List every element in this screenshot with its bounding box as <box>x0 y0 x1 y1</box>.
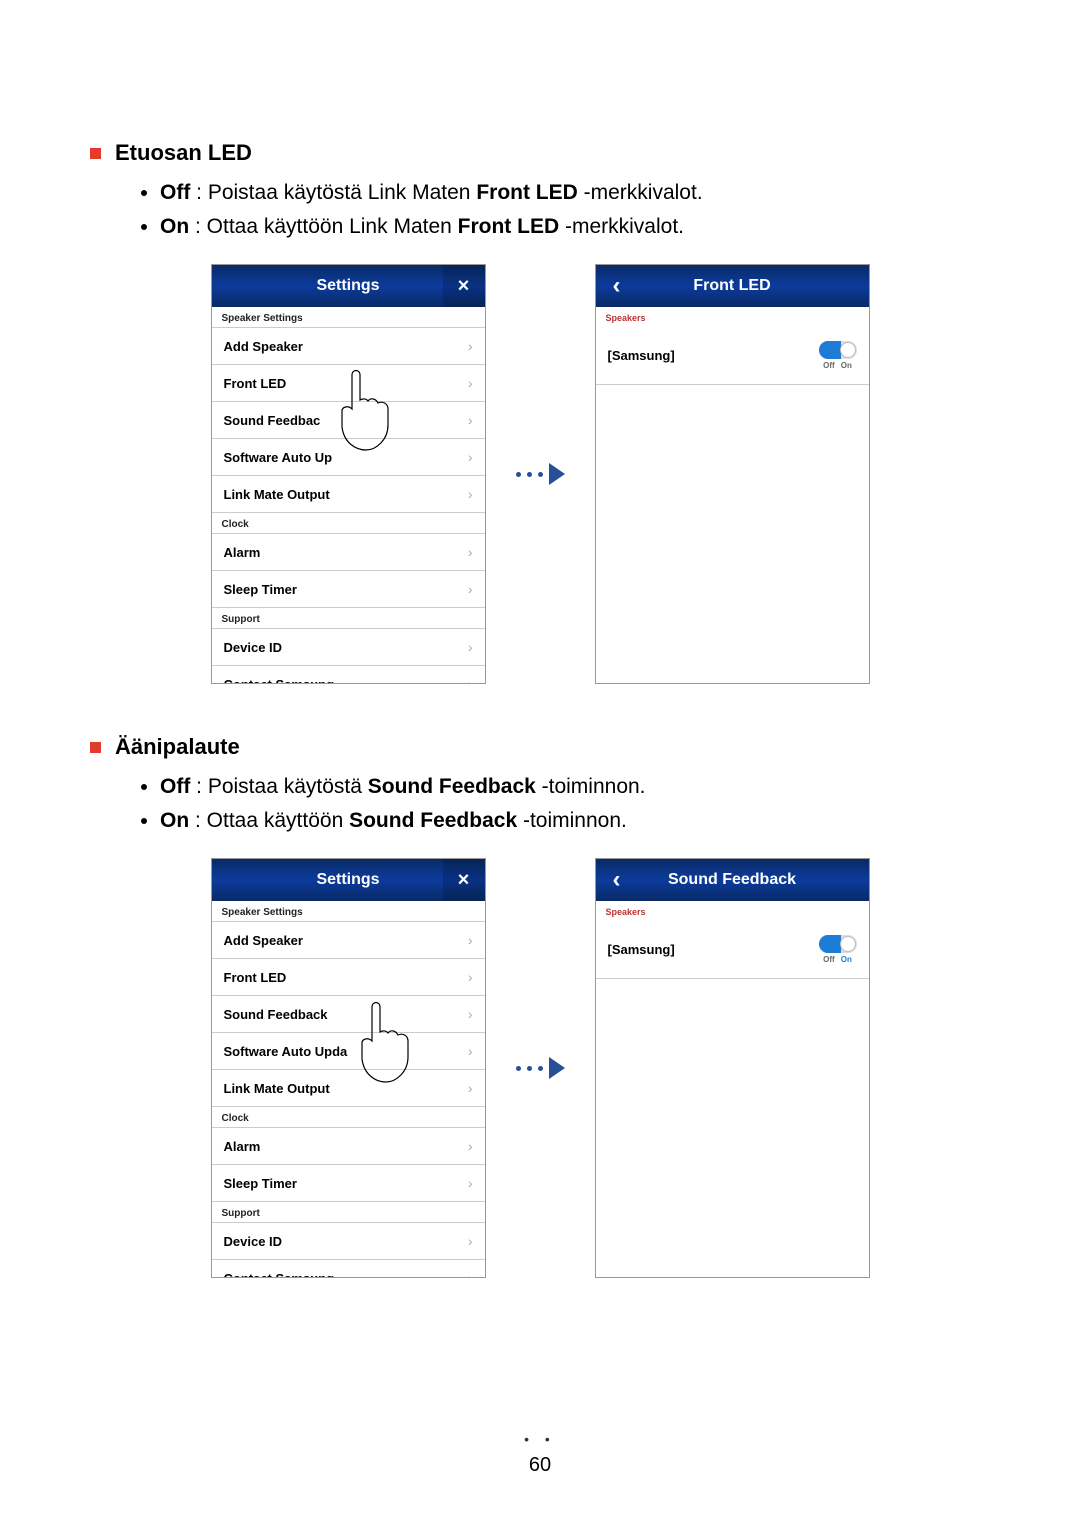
back-icon[interactable]: ‹ <box>596 265 638 307</box>
chevron-right-icon: › <box>468 1006 473 1022</box>
chevron-right-icon: › <box>468 375 473 391</box>
row-add-speaker[interactable]: Add Speaker› <box>212 327 485 365</box>
detail-phone-front-led: ‹ Front LED Speakers [Samsung] OffOn <box>595 264 870 684</box>
figure-row: Settings × Speaker Settings Add Speaker›… <box>90 264 990 684</box>
row-software-auto-update[interactable]: Software Auto Up› <box>212 438 485 476</box>
close-icon[interactable]: × <box>443 265 485 307</box>
page-dots: • • <box>0 1431 1080 1447</box>
detail-titlebar: ‹ Sound Feedback <box>596 859 869 901</box>
settings-titlebar: Settings × <box>212 859 485 901</box>
chevron-right-icon: › <box>468 486 473 502</box>
row-sleep-timer[interactable]: Sleep Timer› <box>212 570 485 608</box>
chevron-right-icon: › <box>468 932 473 948</box>
row-software-auto-update[interactable]: Software Auto Upda› <box>212 1032 485 1070</box>
settings-titlebar: Settings × <box>212 265 485 307</box>
detail-row-samsung: [Samsung] OffOn <box>596 921 869 979</box>
row-alarm[interactable]: Alarm› <box>212 533 485 571</box>
bullet-list: Off : Poistaa käytöstä Sound Feedback -t… <box>160 770 990 838</box>
section-heading: Etuosan LED <box>90 140 990 166</box>
section-title: Äänipalaute <box>115 734 240 760</box>
row-link-mate-output[interactable]: Link Mate Output› <box>212 475 485 513</box>
row-front-led[interactable]: Front LED› <box>212 958 485 996</box>
detail-item-label: [Samsung] <box>608 942 675 957</box>
detail-title: Front LED <box>693 277 770 295</box>
chevron-right-icon: › <box>468 412 473 428</box>
row-device-id[interactable]: Device ID› <box>212 1222 485 1260</box>
group-clock: Clock <box>212 1107 485 1128</box>
chevron-right-icon: › <box>468 1080 473 1096</box>
bullet-on: On : Ottaa käyttöön Sound Feedback -toim… <box>160 804 990 838</box>
group-speaker-settings: Speaker Settings <box>212 901 485 922</box>
toggle-wrap: OffOn <box>819 341 857 370</box>
chevron-right-icon: › <box>468 676 473 683</box>
row-contact-samsung[interactable]: Contact Samsung› <box>212 665 485 683</box>
arrow-icon <box>516 463 565 485</box>
row-sound-feedback[interactable]: Sound Feedbac› <box>212 401 485 439</box>
row-device-id[interactable]: Device ID› <box>212 628 485 666</box>
settings-title: Settings <box>316 871 379 889</box>
detail-phone-sound-feedback: ‹ Sound Feedback Speakers [Samsung] OffO… <box>595 858 870 1278</box>
section-heading: Äänipalaute <box>90 734 990 760</box>
chevron-right-icon: › <box>468 1043 473 1059</box>
group-speakers: Speakers <box>596 307 869 327</box>
settings-title: Settings <box>316 277 379 295</box>
row-contact-samsung[interactable]: Contact Samsung› <box>212 1259 485 1277</box>
section-sound-feedback: Äänipalaute Off : Poistaa käytöstä Sound… <box>90 734 990 1278</box>
row-alarm[interactable]: Alarm› <box>212 1127 485 1165</box>
detail-item-label: [Samsung] <box>608 348 675 363</box>
section-front-led: Etuosan LED Off : Poistaa käytöstä Link … <box>90 140 990 684</box>
settings-phone: Settings × Speaker Settings Add Speaker›… <box>211 858 486 1278</box>
group-speakers: Speakers <box>596 901 869 921</box>
group-speaker-settings: Speaker Settings <box>212 307 485 328</box>
chevron-right-icon: › <box>468 1138 473 1154</box>
detail-title: Sound Feedback <box>668 871 796 889</box>
bullet-off: Off : Poistaa käytöstä Sound Feedback -t… <box>160 770 990 804</box>
toggle-switch[interactable] <box>819 341 857 359</box>
toggle-wrap: OffOn <box>819 935 857 964</box>
arrow-icon <box>516 1057 565 1079</box>
chevron-right-icon: › <box>468 1175 473 1191</box>
bullet-square-icon <box>90 148 101 159</box>
row-add-speaker[interactable]: Add Speaker› <box>212 921 485 959</box>
chevron-right-icon: › <box>468 639 473 655</box>
group-clock: Clock <box>212 513 485 534</box>
row-link-mate-output[interactable]: Link Mate Output› <box>212 1069 485 1107</box>
row-sleep-timer[interactable]: Sleep Timer› <box>212 1164 485 1202</box>
group-support: Support <box>212 608 485 629</box>
figure-row: Settings × Speaker Settings Add Speaker›… <box>90 858 990 1278</box>
group-support: Support <box>212 1202 485 1223</box>
bullet-square-icon <box>90 742 101 753</box>
page-number: 60 <box>0 1454 1080 1477</box>
bullet-off: Off : Poistaa käytöstä Link Maten Front … <box>160 176 990 210</box>
row-front-led[interactable]: Front LED› <box>212 364 485 402</box>
settings-phone: Settings × Speaker Settings Add Speaker›… <box>211 264 486 684</box>
detail-titlebar: ‹ Front LED <box>596 265 869 307</box>
toggle-switch[interactable] <box>819 935 857 953</box>
chevron-right-icon: › <box>468 544 473 560</box>
row-sound-feedback[interactable]: Sound Feedback› <box>212 995 485 1033</box>
chevron-right-icon: › <box>468 1233 473 1249</box>
chevron-right-icon: › <box>468 969 473 985</box>
detail-row-samsung: [Samsung] OffOn <box>596 327 869 385</box>
bullet-list: Off : Poistaa käytöstä Link Maten Front … <box>160 176 990 244</box>
close-icon[interactable]: × <box>443 859 485 901</box>
chevron-right-icon: › <box>468 1270 473 1277</box>
chevron-right-icon: › <box>468 338 473 354</box>
chevron-right-icon: › <box>468 581 473 597</box>
section-title: Etuosan LED <box>115 140 252 166</box>
back-icon[interactable]: ‹ <box>596 859 638 901</box>
chevron-right-icon: › <box>468 449 473 465</box>
bullet-on: On : Ottaa käyttöön Link Maten Front LED… <box>160 210 990 244</box>
